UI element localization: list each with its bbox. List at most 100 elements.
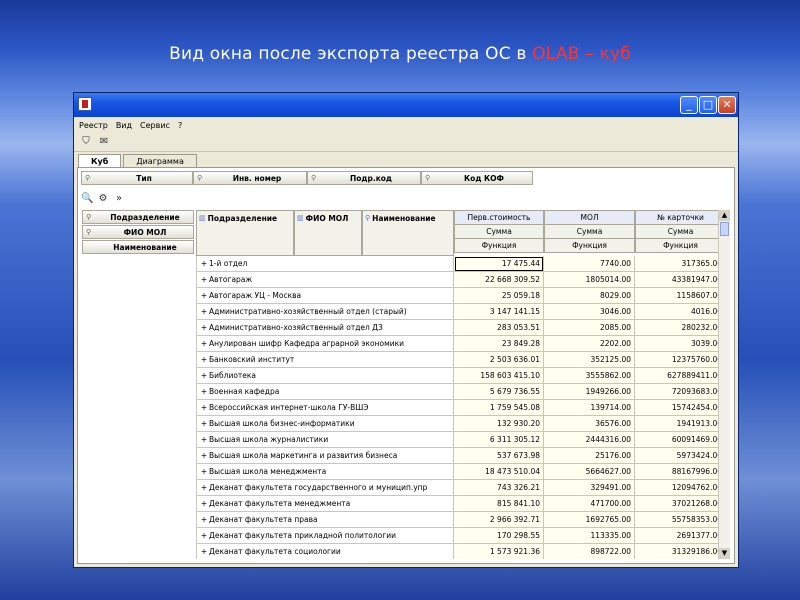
- cell-mol[interactable]: 329491.00: [544, 480, 635, 496]
- table-row[interactable]: + Военная кафедра 5 679 736.55 1949266.00 72…: [196, 384, 730, 400]
- header-fio[interactable]: ▥ ФИО МОЛ: [294, 210, 362, 256]
- cell-card[interactable]: 72093683.00: [635, 384, 726, 400]
- row-name-cell[interactable]: + Всероссийская интернет-школа ГУ-ВШЭ: [196, 400, 454, 416]
- cell-mol[interactable]: 139714.00: [544, 400, 635, 416]
- cell-mol[interactable]: 3046.00: [544, 304, 635, 320]
- measure-header-card[interactable]: № карточки: [635, 210, 726, 225]
- cell-cost[interactable]: 743 326.21: [454, 480, 544, 496]
- table-row[interactable]: + Высшая школа маркетинга и развития бизн…: [196, 448, 730, 464]
- cell-cost[interactable]: 22 668 309.52: [454, 272, 544, 288]
- expand-icon[interactable]: +: [199, 515, 209, 524]
- cell-mol[interactable]: 3555862.00: [544, 368, 635, 384]
- cell-card[interactable]: 31329186.00: [635, 544, 726, 559]
- table-row[interactable]: + Анулирован шифр Кафедра аграрной эконом…: [196, 336, 730, 352]
- row-name-cell[interactable]: + Деканат факультета прикладной политолог…: [196, 528, 454, 544]
- cell-card[interactable]: 3039.00: [635, 336, 726, 352]
- cell-mol[interactable]: 1949266.00: [544, 384, 635, 400]
- expand-icon[interactable]: +: [199, 403, 209, 412]
- expand-icon[interactable]: +: [199, 451, 209, 460]
- row-name-cell[interactable]: + Анулирован шифр Кафедра аграрной эконом…: [196, 336, 454, 352]
- cell-cost[interactable]: 17 475.44: [454, 256, 544, 272]
- cell-cost[interactable]: 158 603 415.10: [454, 368, 544, 384]
- table-row[interactable]: + Деканат факультета прикладной политолог…: [196, 528, 730, 544]
- table-row[interactable]: + Высшая школа менеджмента 18 473 510.04 56…: [196, 464, 730, 480]
- cell-card[interactable]: 15742454.00: [635, 400, 726, 416]
- menu-item-view[interactable]: Вид: [116, 121, 132, 130]
- cell-mol[interactable]: 2444316.00: [544, 432, 635, 448]
- cell-mol[interactable]: 8029.00: [544, 288, 635, 304]
- table-row[interactable]: +1-й отдел 17 475.44 7740.00 317365.00: [196, 256, 730, 272]
- cell-mol[interactable]: 36576.00: [544, 416, 635, 432]
- cell-cost[interactable]: 3 147 141.15: [454, 304, 544, 320]
- row-name-cell[interactable]: + Высшая школа журналистики: [196, 432, 454, 448]
- cell-mol[interactable]: 7740.00: [544, 256, 635, 272]
- filter-icon[interactable]: ⛉: [80, 136, 92, 148]
- cell-mol[interactable]: 898722.00: [544, 544, 635, 559]
- cell-cost[interactable]: 25 059.18: [454, 288, 544, 304]
- expand-icon[interactable]: +: [199, 371, 209, 380]
- tab-chart[interactable]: Диаграмма: [123, 154, 197, 168]
- row-name-cell[interactable]: + Автогараж: [196, 272, 454, 288]
- row-dim-name[interactable]: Наименование: [82, 240, 194, 254]
- table-row[interactable]: + Высшая школа бизнес-информатики 132 930.…: [196, 416, 730, 432]
- cell-card[interactable]: 60091469.00: [635, 432, 726, 448]
- dim-inv-number[interactable]: ⚲ Инв. номер: [193, 171, 307, 185]
- cell-cost[interactable]: 2 966 392.71: [454, 512, 544, 528]
- cell-cost[interactable]: 1 759 545.08: [454, 400, 544, 416]
- cell-mol[interactable]: 2085.00: [544, 320, 635, 336]
- measure-fn-card[interactable]: Функция: [635, 238, 726, 253]
- dim-subdiv-code[interactable]: ⚲ Подр.код: [307, 171, 421, 185]
- expand-icon[interactable]: +: [199, 339, 209, 348]
- row-name-cell[interactable]: + Библиотека: [196, 368, 454, 384]
- table-row[interactable]: + Автогараж 22 668 309.52 1805014.00 4338194…: [196, 272, 730, 288]
- measure-fn-cost[interactable]: Функция: [454, 238, 544, 253]
- cell-mol[interactable]: 25176.00: [544, 448, 635, 464]
- cell-card[interactable]: 1158607.00: [635, 288, 726, 304]
- row-name-cell[interactable]: + Деканат факультета менеджмента: [196, 496, 454, 512]
- cell-card[interactable]: 43381947.00: [635, 272, 726, 288]
- cell-cost[interactable]: 815 841.10: [454, 496, 544, 512]
- cell-mol[interactable]: 471700.00: [544, 496, 635, 512]
- cell-cost[interactable]: 6 311 305.12: [454, 432, 544, 448]
- cell-mol[interactable]: 113335.00: [544, 528, 635, 544]
- row-name-cell[interactable]: + Деканат факультета права: [196, 512, 454, 528]
- cell-cost[interactable]: 132 930.20: [454, 416, 544, 432]
- close-button[interactable]: ✕: [718, 96, 736, 114]
- expand-icon[interactable]: +: [199, 387, 209, 396]
- chat-icon[interactable]: ✉: [98, 136, 110, 148]
- menu-item-help[interactable]: ?: [178, 121, 182, 130]
- table-row[interactable]: + Деканат факультета социологии 1 573 921.…: [196, 544, 730, 559]
- expand-icon[interactable]: +: [199, 259, 209, 268]
- table-row[interactable]: + Библиотека 158 603 415.10 3555862.00 62788…: [196, 368, 730, 384]
- cell-cost[interactable]: 2 503 636.01: [454, 352, 544, 368]
- cell-cost[interactable]: 23 849.28: [454, 336, 544, 352]
- menu-item-service[interactable]: Сервис: [140, 121, 170, 130]
- scroll-down-icon[interactable]: ▼: [719, 548, 730, 559]
- row-dim-fio[interactable]: ⚲ ФИО МОЛ: [82, 225, 194, 239]
- expand-icon[interactable]: +: [199, 483, 209, 492]
- dim-kof-code[interactable]: ⚲ Код КОФ: [421, 171, 533, 185]
- row-name-cell[interactable]: + Высшая школа менеджмента: [196, 464, 454, 480]
- row-name-cell[interactable]: + Деканат факультета государственного и м…: [196, 480, 454, 496]
- chevron-right-icon[interactable]: »: [113, 193, 125, 205]
- measure-header-mol[interactable]: МОЛ: [544, 210, 635, 225]
- row-name-cell[interactable]: +1-й отдел: [196, 256, 454, 272]
- expand-icon[interactable]: +: [199, 435, 209, 444]
- menu-item-registry[interactable]: Реестр: [79, 121, 108, 130]
- cell-mol[interactable]: 1692765.00: [544, 512, 635, 528]
- expand-icon[interactable]: +: [199, 499, 209, 508]
- cell-card[interactable]: 627889411.00: [635, 368, 726, 384]
- row-name-cell[interactable]: + Банковский институт: [196, 352, 454, 368]
- table-row[interactable]: + Деканат факультета права 2 966 392.71 169…: [196, 512, 730, 528]
- cell-cost[interactable]: 5 679 736.55: [454, 384, 544, 400]
- tab-cube[interactable]: Куб: [78, 154, 122, 168]
- cell-card[interactable]: 12094762.00: [635, 480, 726, 496]
- cell-card[interactable]: 88167996.00: [635, 464, 726, 480]
- measure-header-cost[interactable]: Перв.стоимость: [454, 210, 544, 225]
- cell-card[interactable]: 280232.00: [635, 320, 726, 336]
- cell-card[interactable]: 5973424.00: [635, 448, 726, 464]
- measure-agg-mol[interactable]: Сумма: [544, 224, 635, 239]
- cell-mol[interactable]: 1805014.00: [544, 272, 635, 288]
- table-row[interactable]: + Высшая школа журналистики 6 311 305.12 24…: [196, 432, 730, 448]
- header-subdivision[interactable]: ▥ Подразделение: [196, 210, 294, 256]
